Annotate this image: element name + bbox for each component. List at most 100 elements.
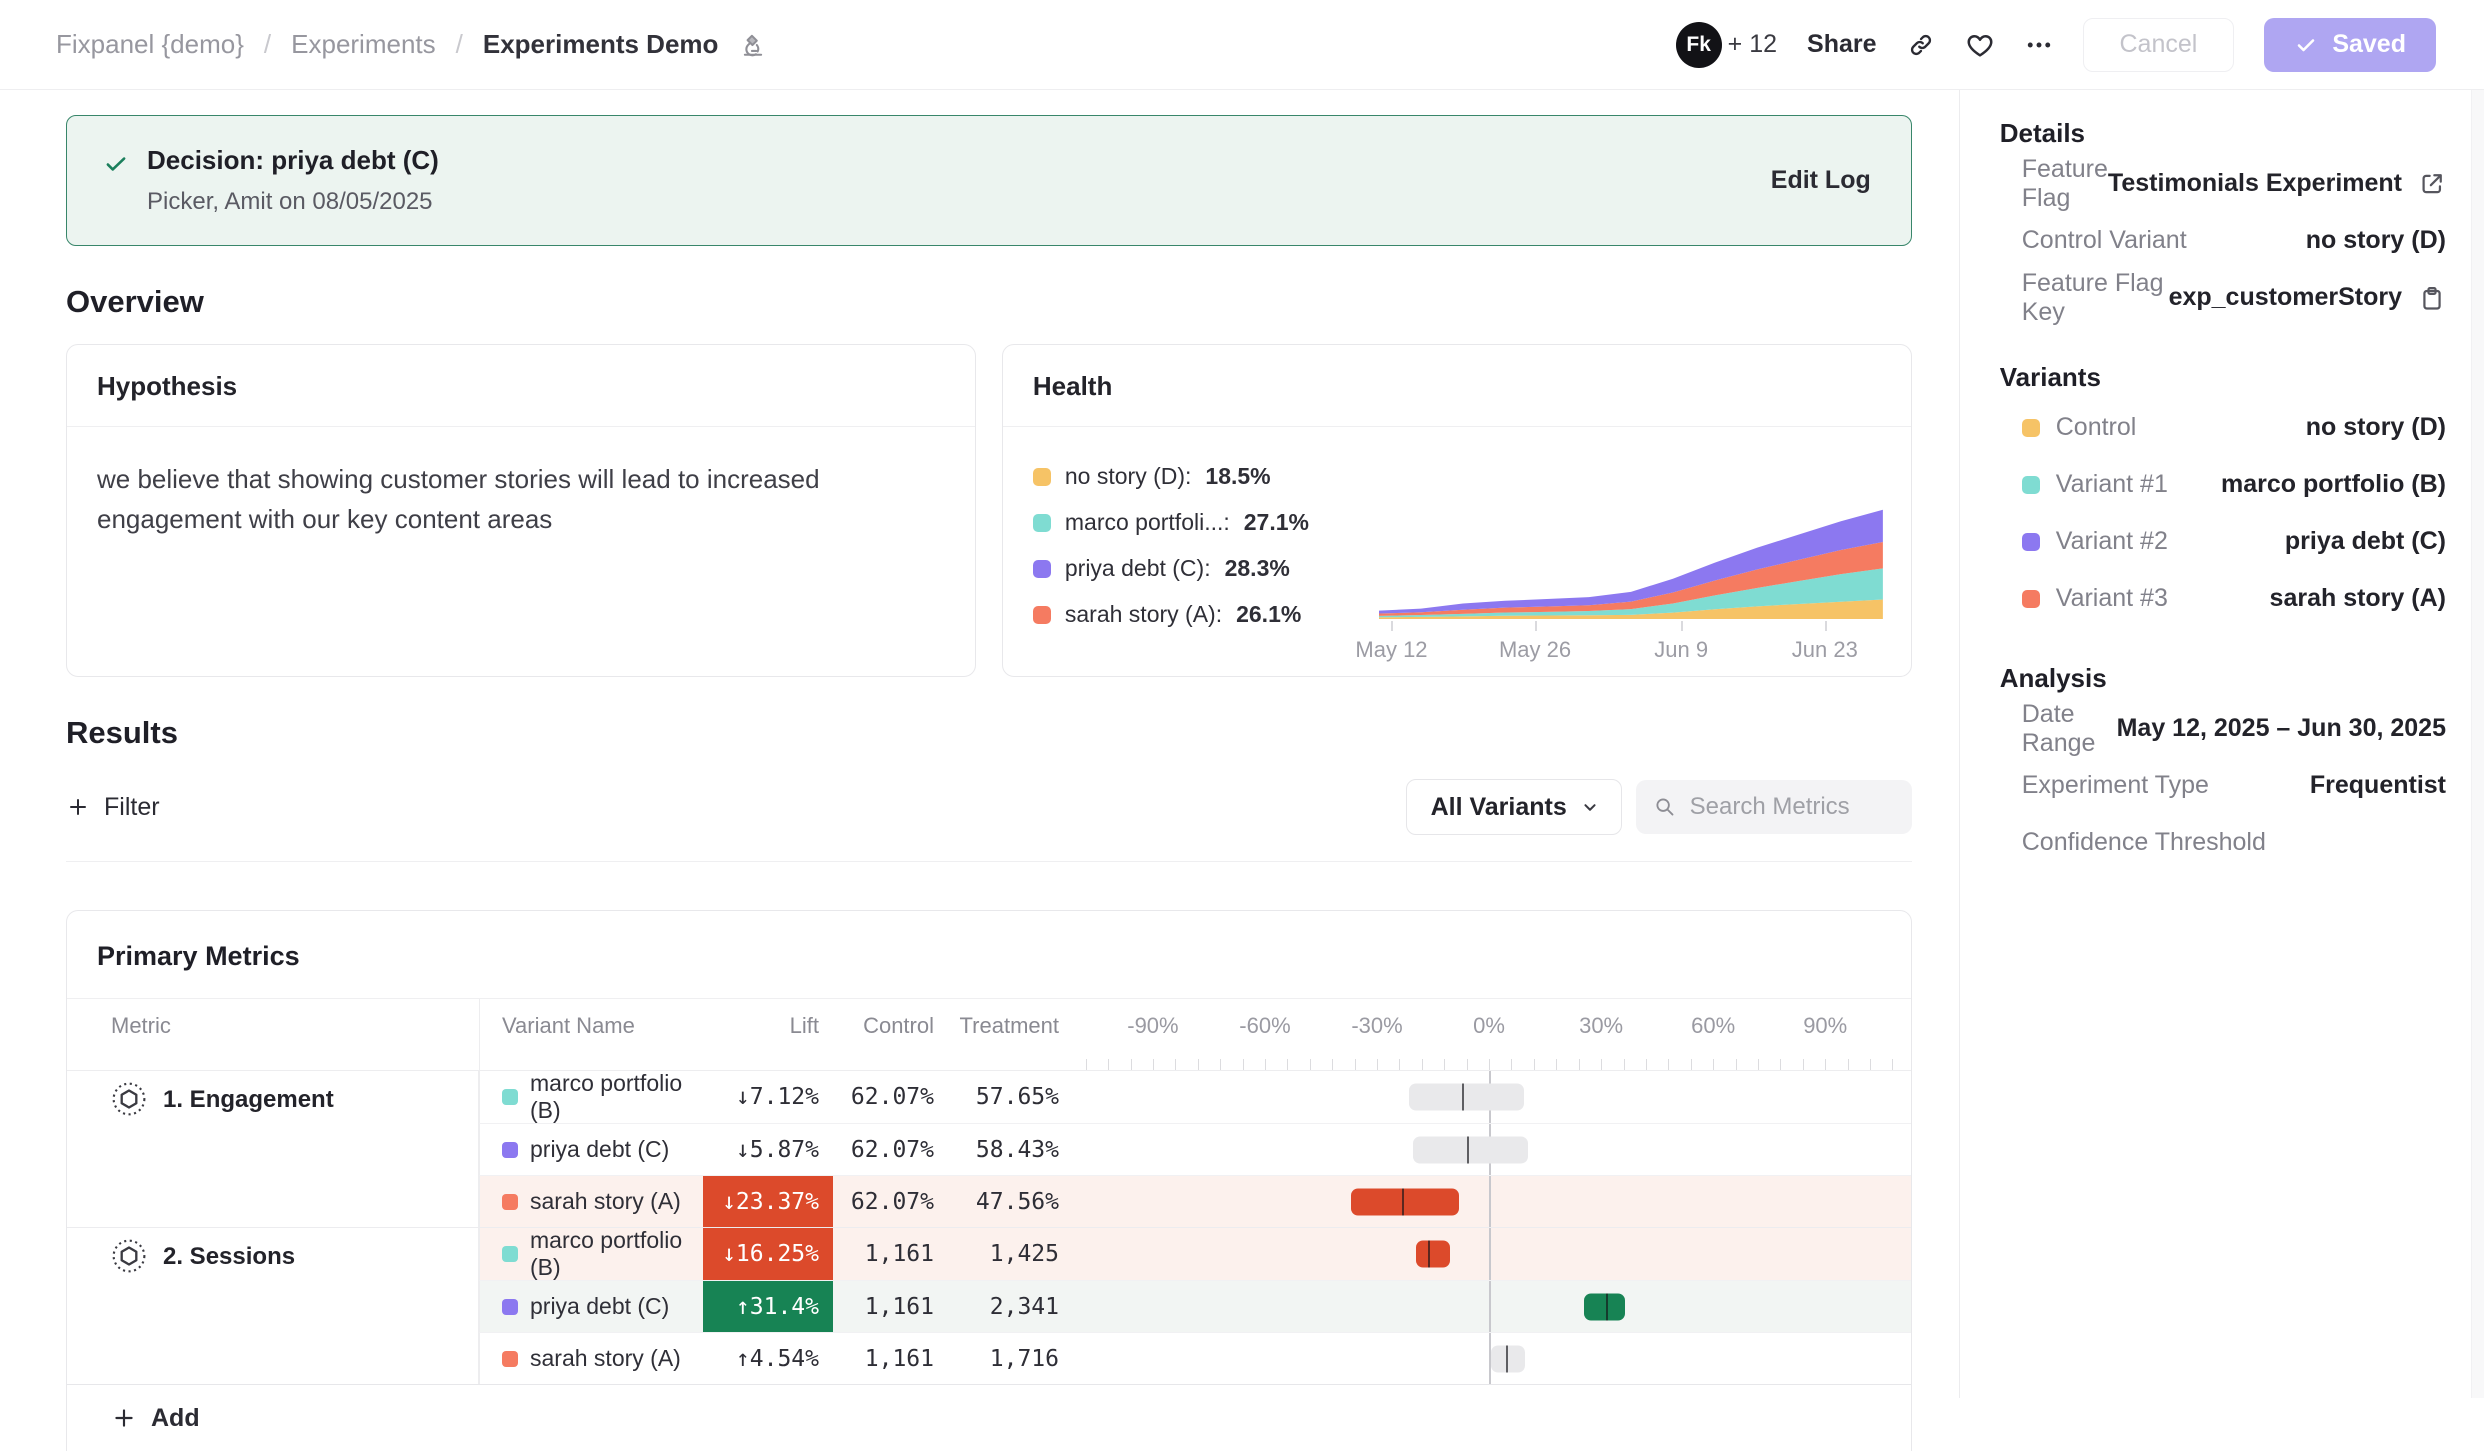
confidence-interval-bar [1351, 1188, 1459, 1215]
variant-name-cell[interactable]: marco portfolio (B) [479, 1228, 703, 1280]
breadcrumb-item[interactable]: Experiments Demo [483, 29, 719, 60]
column-header-treatment: Treatment [948, 999, 1073, 1053]
clipboard-icon[interactable] [2418, 284, 2446, 312]
edit-log-button[interactable]: Edit Log [1771, 166, 1871, 195]
sidebar-row-feature-flag-key: Feature Flag Keyexp_customerStory [2000, 269, 2446, 326]
hypothesis-card: Hypothesis we believe that showing custo… [66, 344, 976, 677]
axis-minor-tick [1175, 1059, 1176, 1070]
sidebar-row-value: Testimonials Experiment [2108, 169, 2446, 198]
axis-percent-label: 60% [1691, 1013, 1735, 1039]
control-value-cell: 62.07% [833, 1071, 948, 1123]
axis-percent-label: -30% [1351, 1013, 1402, 1039]
column-header-axis: -90%-60%-30%0%30%60%90% [1073, 999, 1911, 1053]
legend-label: sarah story (A): [1065, 601, 1222, 628]
search-metrics-input[interactable] [1688, 792, 1894, 822]
treatment-value-cell: 57.65% [948, 1071, 1073, 1123]
primary-metrics-card: Primary Metrics MetricVariant NameLiftCo… [66, 910, 1912, 1451]
variant-swatch [2022, 419, 2040, 437]
copy-link-icon[interactable] [1907, 31, 1935, 59]
axis-spacer [833, 1053, 948, 1070]
axis-spacer [703, 1053, 833, 1070]
breadcrumb-item[interactable]: Fixpanel {demo} [56, 29, 244, 60]
saved-button[interactable]: Saved [2264, 18, 2436, 72]
sidebar-row-feature-flag: Feature FlagTestimonials Experiment [2000, 155, 2446, 212]
metrics-axis-ticks [67, 1053, 1911, 1071]
variant-swatch [502, 1194, 518, 1210]
search-metrics-box [1636, 780, 1912, 834]
axis-percent-label: 30% [1579, 1013, 1623, 1039]
legend-swatch [1033, 468, 1051, 486]
axis-minor-tick [1086, 1059, 1087, 1070]
breadcrumb: Fixpanel {demo}/Experiments/Experiments … [56, 29, 766, 60]
chevron-down-icon [1579, 796, 1601, 818]
sidebar-row-experiment-type: Experiment TypeFrequentist [2000, 757, 2446, 814]
health-area-chart [1379, 503, 1883, 621]
axis-minor-tick [1601, 1059, 1602, 1070]
confidence-interval-cell [1073, 1332, 1911, 1384]
metric-group: 1. Engagementmarco portfolio (B)↓7.12%62… [67, 1071, 1911, 1227]
lift-point-marker [1606, 1293, 1608, 1320]
variant-name-cell[interactable]: sarah story (A) [479, 1332, 703, 1384]
collaborator-count[interactable]: + 12 [1728, 30, 1777, 59]
confidence-interval-cell [1073, 1071, 1911, 1123]
main-content: Decision: priya debt (C) Picker, Amit on… [0, 90, 1960, 1398]
lift-point-marker [1462, 1084, 1464, 1111]
control-value-cell: 62.07% [833, 1175, 948, 1227]
scrollbar[interactable] [2471, 90, 2484, 1398]
sidebar-row-label: Date Range [2022, 700, 2117, 758]
zero-percent-line [1489, 1228, 1491, 1280]
axis-minor-tick [1691, 1059, 1692, 1070]
axis-minor-tick [1467, 1059, 1468, 1070]
legend-value: 27.1% [1244, 509, 1309, 536]
favorite-heart-icon[interactable] [1965, 30, 1995, 60]
hypothesis-body[interactable]: we believe that showing customer stories… [67, 427, 944, 572]
x-axis-label: Jun 23 [1792, 637, 1858, 663]
decision-banner: Decision: priya debt (C) Picker, Amit on… [66, 115, 1912, 246]
results-heading: Results [66, 715, 1912, 751]
variant-name: priya debt (C) [530, 1136, 669, 1163]
sidebar-row-value: no story (D) [2306, 413, 2446, 442]
variant-swatch [502, 1142, 518, 1158]
axis-minor-tick [1511, 1059, 1512, 1070]
axis-minor-tick [1131, 1059, 1132, 1070]
axis-minor-tick [1444, 1059, 1445, 1070]
sidebar-heading-variants: Variants [2000, 362, 2446, 393]
lift-cell: ↓16.25% [703, 1228, 833, 1280]
control-value-cell: 1,161 [833, 1280, 948, 1332]
axis-minor-ticks [1073, 1053, 1911, 1070]
variant-name-cell[interactable]: priya debt (C) [479, 1280, 703, 1332]
variants-dropdown[interactable]: All Variants [1406, 779, 1622, 835]
sidebar-row-date-range: Date RangeMay 12, 2025 – Jun 30, 2025 [2000, 700, 2446, 757]
share-button[interactable]: Share [1807, 30, 1876, 59]
confidence-interval-bar [1584, 1293, 1625, 1320]
avatar[interactable]: Fk [1676, 22, 1722, 68]
variant-name-cell[interactable]: priya debt (C) [479, 1123, 703, 1175]
legend-label: no story (D): [1065, 463, 1192, 490]
sidebar-row-label: Feature Flag Key [2022, 269, 2169, 327]
lift-cell: ↑31.4% [703, 1280, 833, 1332]
metric-group: 2. Sessionsmarco portfolio (B)↓16.25%1,1… [67, 1227, 1911, 1384]
decision-title: Decision: priya debt (C) [147, 145, 439, 176]
axis-minor-tick [1556, 1059, 1557, 1070]
metric-group-grid: 2. Sessionsmarco portfolio (B)↓16.25%1,1… [67, 1228, 1911, 1384]
sidebar-heading-analysis: Analysis [2000, 663, 2446, 694]
treatment-value-cell: 47.56% [948, 1175, 1073, 1227]
breadcrumb-item[interactable]: Experiments [291, 29, 436, 60]
add-filter-button[interactable]: Filter [66, 793, 160, 822]
axis-spacer [67, 1053, 479, 1070]
axis-minor-tick [1579, 1059, 1580, 1070]
axis-minor-tick [1422, 1059, 1423, 1070]
metric-cell[interactable]: 2. Sessions [67, 1228, 479, 1384]
add-metric-button[interactable]: Add [67, 1384, 1911, 1451]
sidebar-row-label: Variant #2 [2022, 527, 2168, 556]
external-link-icon[interactable] [2418, 170, 2446, 198]
legend-value: 26.1% [1236, 601, 1301, 628]
metric-cell[interactable]: 1. Engagement [67, 1071, 479, 1227]
more-options-icon[interactable] [2025, 31, 2053, 59]
lift-badge-negative: ↓23.37% [703, 1176, 833, 1227]
cancel-button[interactable]: Cancel [2083, 18, 2235, 72]
variant-name-cell[interactable]: sarah story (A) [479, 1175, 703, 1227]
variant-name-cell[interactable]: marco portfolio (B) [479, 1071, 703, 1123]
metric-name: 1. Engagement [163, 1086, 334, 1114]
metric-target-icon [111, 1081, 147, 1117]
